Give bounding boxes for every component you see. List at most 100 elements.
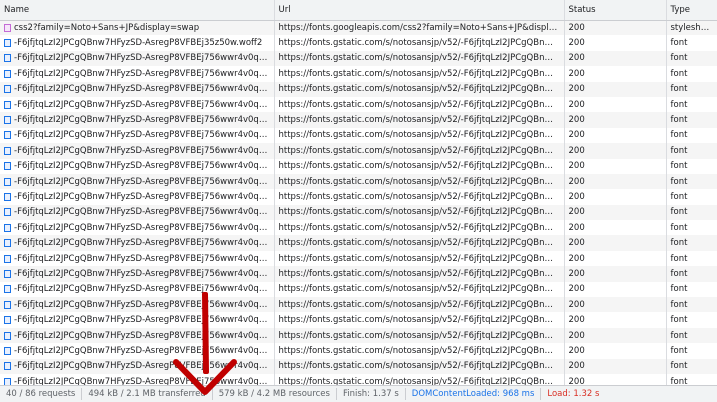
column-header-status[interactable]: Status [564, 0, 667, 21]
font-file-icon [4, 177, 11, 186]
cell-name[interactable]: -F6jfjtqLzI2JPCgQBnw7HFyzSD-AsregP8VFBEj… [0, 35, 275, 51]
cell-status: 200 [564, 358, 667, 374]
font-file-icon [4, 300, 11, 309]
table-row[interactable]: -F6jfjtqLzI2JPCgQBnw7HFyzSD-AsregP8VFBEj… [0, 327, 717, 344]
table-row[interactable]: -F6jfjtqLzI2JPCgQBnw7HFyzSD-AsregP8VFBEj… [0, 281, 717, 298]
cell-name[interactable]: -F6jfjtqLzI2JPCgQBnw7HFyzSD-AsregP8VFBEj… [0, 250, 275, 267]
request-name: css2?family=Noto+Sans+JP&display=swap [14, 22, 200, 33]
table-row[interactable]: -F6jfjtqLzI2JPCgQBnw7HFyzSD-AsregP8VFBEj… [0, 112, 717, 128]
cell-name[interactable]: -F6jfjtqLzI2JPCgQBnw7HFyzSD-AsregP8VFBEj… [0, 312, 275, 328]
column-header-url[interactable]: Url [274, 0, 565, 21]
cell-name[interactable]: -F6jfjtqLzI2JPCgQBnw7HFyzSD-AsregP8VFBEj… [0, 158, 275, 174]
cell-status: 200 [564, 204, 667, 221]
cell-status: 200 [564, 81, 667, 97]
cell-status: 200 [564, 343, 667, 359]
cell-name[interactable]: -F6jfjtqLzI2JPCgQBnw7HFyzSD-AsregP8VFBEj… [0, 297, 275, 313]
table-row[interactable]: -F6jfjtqLzI2JPCgQBnw7HFyzSD-AsregP8VFBEj… [0, 189, 717, 205]
name-cell-content: -F6jfjtqLzI2JPCgQBnw7HFyzSD-AsregP8VFBEj… [4, 159, 270, 173]
table-row[interactable]: -F6jfjtqLzI2JPCgQBnw7HFyzSD-AsregP8VFBEj… [0, 158, 717, 174]
name-cell-content: -F6jfjtqLzI2JPCgQBnw7HFyzSD-AsregP8VFBEj… [4, 236, 270, 250]
name-cell-content: -F6jfjtqLzI2JPCgQBnw7HFyzSD-AsregP8VFBEj… [4, 205, 270, 219]
table-row[interactable]: -F6jfjtqLzI2JPCgQBnw7HFyzSD-AsregP8VFBEj… [0, 127, 717, 144]
table-row[interactable]: -F6jfjtqLzI2JPCgQBnw7HFyzSD-AsregP8VFBEj… [0, 266, 717, 282]
request-name: -F6jfjtqLzI2JPCgQBnw7HFyzSD-AsregP8VFBEj… [14, 99, 270, 110]
cell-name[interactable]: -F6jfjtqLzI2JPCgQBnw7HFyzSD-AsregP8VFBEj… [0, 96, 275, 113]
table-row[interactable]: -F6jfjtqLzI2JPCgQBnw7HFyzSD-AsregP8VFBEj… [0, 297, 717, 313]
table-row[interactable]: -F6jfjtqLzI2JPCgQBnw7HFyzSD-AsregP8VFBEj… [0, 250, 717, 267]
cell-name[interactable]: -F6jfjtqLzI2JPCgQBnw7HFyzSD-AsregP8VFBEj… [0, 204, 275, 221]
network-request-table: Name Url Status Type css2?family=Noto+Sa… [0, 0, 717, 390]
cell-status: 200 [564, 173, 667, 190]
column-header-name[interactable]: Name [0, 0, 275, 21]
table-row[interactable]: -F6jfjtqLzI2JPCgQBnw7HFyzSD-AsregP8VFBEj… [0, 143, 717, 159]
cell-url: https://fonts.gstatic.com/s/notosansjp/v… [274, 35, 565, 51]
cell-name[interactable]: -F6jfjtqLzI2JPCgQBnw7HFyzSD-AsregP8VFBEj… [0, 220, 275, 236]
request-name: -F6jfjtqLzI2JPCgQBnw7HFyzSD-AsregP8VFBEj… [14, 38, 263, 49]
name-cell-content: -F6jfjtqLzI2JPCgQBnw7HFyzSD-AsregP8VFBEj… [4, 82, 270, 96]
table-row[interactable]: -F6jfjtqLzI2JPCgQBnw7HFyzSD-AsregP8VFBEj… [0, 96, 717, 113]
table-row[interactable]: -F6jfjtqLzI2JPCgQBnw7HFyzSD-AsregP8VFBEj… [0, 220, 717, 236]
cell-url: https://fonts.gstatic.com/s/notosansjp/v… [274, 250, 565, 267]
font-file-icon [4, 39, 11, 48]
cell-name[interactable]: -F6jfjtqLzI2JPCgQBnw7HFyzSD-AsregP8VFBEj… [0, 66, 275, 82]
cell-name[interactable]: -F6jfjtqLzI2JPCgQBnw7HFyzSD-AsregP8VFBEj… [0, 112, 275, 128]
cell-url: https://fonts.gstatic.com/s/notosansjp/v… [274, 281, 565, 298]
cell-name[interactable]: -F6jfjtqLzI2JPCgQBnw7HFyzSD-AsregP8VFBEj… [0, 127, 275, 144]
cell-url: https://fonts.gstatic.com/s/notosansjp/v… [274, 189, 565, 205]
table-row[interactable]: -F6jfjtqLzI2JPCgQBnw7HFyzSD-AsregP8VFBEj… [0, 35, 717, 51]
request-rows: css2?family=Noto+Sans+JP&display=swap htt… [0, 20, 717, 390]
cell-name[interactable]: -F6jfjtqLzI2JPCgQBnw7HFyzSD-AsregP8VFBEj… [0, 173, 275, 190]
cell-type: font [666, 297, 717, 313]
font-file-icon [4, 208, 11, 217]
cell-type: font [666, 66, 717, 82]
table-row[interactable]: -F6jfjtqLzI2JPCgQBnw7HFyzSD-AsregP8VFBEj… [0, 81, 717, 97]
font-file-icon [4, 162, 11, 171]
name-cell-content: css2?family=Noto+Sans+JP&display=swap [4, 21, 270, 35]
cell-name[interactable]: -F6jfjtqLzI2JPCgQBnw7HFyzSD-AsregP8VFBEj… [0, 50, 275, 67]
table-row[interactable]: -F6jfjtqLzI2JPCgQBnw7HFyzSD-AsregP8VFBEj… [0, 204, 717, 221]
table-row[interactable]: -F6jfjtqLzI2JPCgQBnw7HFyzSD-AsregP8VFBEj… [0, 358, 717, 374]
font-file-icon [4, 223, 11, 232]
cell-name[interactable]: -F6jfjtqLzI2JPCgQBnw7HFyzSD-AsregP8VFBEj… [0, 143, 275, 159]
cell-name[interactable]: -F6jfjtqLzI2JPCgQBnw7HFyzSD-AsregP8VFBEj… [0, 281, 275, 298]
table-row[interactable]: -F6jfjtqLzI2JPCgQBnw7HFyzSD-AsregP8VFBEj… [0, 235, 717, 251]
font-file-icon [4, 54, 11, 63]
cell-name[interactable]: -F6jfjtqLzI2JPCgQBnw7HFyzSD-AsregP8VFBEj… [0, 189, 275, 205]
request-name: -F6jfjtqLzI2JPCgQBnw7HFyzSD-AsregP8VFBEj… [14, 191, 270, 202]
cell-type: stylesheet [666, 20, 717, 36]
column-header-type[interactable]: Type [666, 0, 717, 21]
cell-type: font [666, 250, 717, 267]
cell-name[interactable]: css2?family=Noto+Sans+JP&display=swap [0, 20, 275, 36]
font-file-icon [4, 100, 11, 109]
cell-url: https://fonts.gstatic.com/s/notosansjp/v… [274, 220, 565, 236]
font-file-icon [4, 254, 11, 263]
font-file-icon [4, 362, 11, 371]
cell-name[interactable]: -F6jfjtqLzI2JPCgQBnw7HFyzSD-AsregP8VFBEj… [0, 81, 275, 97]
cell-name[interactable]: -F6jfjtqLzI2JPCgQBnw7HFyzSD-AsregP8VFBEj… [0, 358, 275, 374]
table-row[interactable]: -F6jfjtqLzI2JPCgQBnw7HFyzSD-AsregP8VFBEj… [0, 312, 717, 328]
font-file-icon [4, 285, 11, 294]
cell-name[interactable]: -F6jfjtqLzI2JPCgQBnw7HFyzSD-AsregP8VFBEj… [0, 343, 275, 359]
cell-type: font [666, 81, 717, 97]
cell-name[interactable]: -F6jfjtqLzI2JPCgQBnw7HFyzSD-AsregP8VFBEj… [0, 266, 275, 282]
cell-status: 200 [564, 158, 667, 174]
name-cell-content: -F6jfjtqLzI2JPCgQBnw7HFyzSD-AsregP8VFBEj… [4, 98, 270, 112]
table-row[interactable]: -F6jfjtqLzI2JPCgQBnw7HFyzSD-AsregP8VFBEj… [0, 343, 717, 359]
table-row[interactable]: css2?family=Noto+Sans+JP&display=swap htt… [0, 20, 717, 36]
table-row[interactable]: -F6jfjtqLzI2JPCgQBnw7HFyzSD-AsregP8VFBEj… [0, 173, 717, 190]
font-file-icon [4, 85, 11, 94]
summary-requests: 40 / 86 requests [0, 388, 83, 400]
cell-status: 200 [564, 143, 667, 159]
cell-type: font [666, 173, 717, 190]
network-panel: Name Url Status Type css2?family=Noto+Sa… [0, 0, 717, 402]
cell-url: https://fonts.gstatic.com/s/notosansjp/v… [274, 81, 565, 97]
cell-name[interactable]: -F6jfjtqLzI2JPCgQBnw7HFyzSD-AsregP8VFBEj… [0, 327, 275, 344]
request-name: -F6jfjtqLzI2JPCgQBnw7HFyzSD-AsregP8VFBEj… [14, 115, 270, 126]
table-row[interactable]: -F6jfjtqLzI2JPCgQBnw7HFyzSD-AsregP8VFBEj… [0, 66, 717, 82]
cell-name[interactable]: -F6jfjtqLzI2JPCgQBnw7HFyzSD-AsregP8VFBEj… [0, 235, 275, 251]
table-row[interactable]: -F6jfjtqLzI2JPCgQBnw7HFyzSD-AsregP8VFBEj… [0, 50, 717, 67]
cell-type: font [666, 50, 717, 67]
summary-transferred: 494 kB / 2.1 MB transferred [82, 388, 213, 400]
name-cell-content: -F6jfjtqLzI2JPCgQBnw7HFyzSD-AsregP8VFBEj… [4, 359, 270, 373]
cell-status: 200 [564, 250, 667, 267]
